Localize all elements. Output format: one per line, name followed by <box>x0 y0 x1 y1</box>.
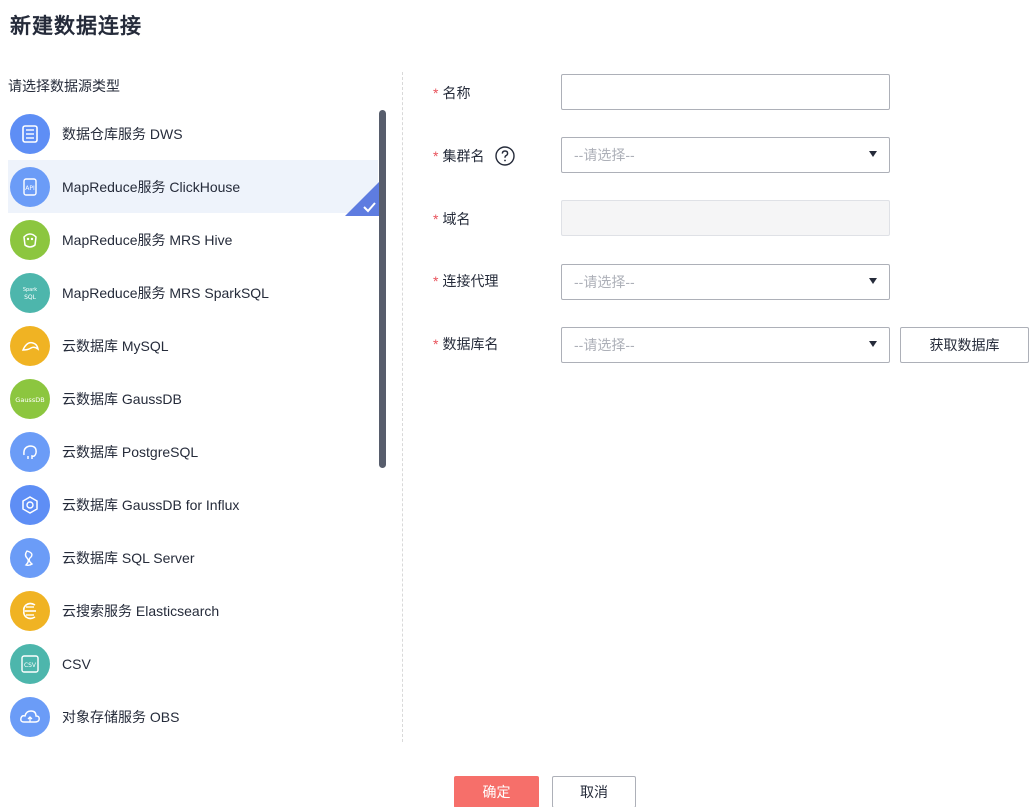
required-mark: * <box>433 336 439 352</box>
required-mark: * <box>433 211 439 227</box>
source-heading: 请选择数据源类型 <box>8 78 120 94</box>
help-icon[interactable] <box>494 145 516 167</box>
database-label: * 数据库名 <box>433 336 499 352</box>
chevron-down-icon <box>869 151 877 157</box>
source-item-csv[interactable]: CSV CSV <box>8 637 378 690</box>
panel-divider <box>402 72 403 742</box>
gaussdb-icon-text: GaussDB <box>15 396 44 404</box>
source-item-obs[interactable]: 对象存储服务 OBS <box>8 690 378 743</box>
name-label: * 名称 <box>433 85 471 101</box>
source-label: MapReduce服务 MRS Hive <box>62 231 233 248</box>
sqlserver-icon <box>10 537 50 578</box>
source-label: 云数据库 MySQL <box>62 337 169 354</box>
chevron-down-icon <box>869 341 877 347</box>
selected-check-icon <box>345 182 379 216</box>
csv-icon: CSV <box>10 643 50 684</box>
api-icon: API <box>10 166 50 207</box>
csv-icon-text: CSV <box>24 662 37 669</box>
source-label: MapReduce服务 ClickHouse <box>62 178 241 195</box>
ok-button[interactable]: 确定 <box>454 776 539 807</box>
svg-text:Spark: Spark <box>23 287 37 293</box>
obs-icon <box>10 696 50 737</box>
elasticsearch-icon <box>10 590 50 631</box>
domain-input <box>561 200 890 236</box>
database-select[interactable]: --请选择-- <box>561 327 890 363</box>
sparksql-icon-text: SQL <box>24 294 37 301</box>
source-item-gaussdb[interactable]: GaussDB 云数据库 GaussDB <box>8 372 378 425</box>
source-label: 对象存储服务 OBS <box>62 708 180 725</box>
cancel-button[interactable]: 取消 <box>552 776 636 807</box>
source-item-elasticsearch[interactable]: 云搜索服务 Elasticsearch <box>8 584 378 637</box>
dws-icon <box>10 113 50 154</box>
source-item-clickhouse[interactable]: API MapReduce服务 ClickHouse <box>8 160 379 216</box>
source-label: 云数据库 PostgreSQL <box>62 443 199 460</box>
source-item-sqlserver[interactable]: 云数据库 SQL Server <box>8 531 378 584</box>
cluster-select[interactable]: --请选择-- <box>561 137 890 173</box>
agent-label: * 连接代理 <box>433 273 499 289</box>
api-icon-text: API <box>25 185 35 192</box>
required-mark: * <box>433 85 439 101</box>
mysql-icon <box>10 325 50 366</box>
fetch-database-button[interactable]: 获取数据库 <box>900 327 1029 363</box>
source-item-dws[interactable]: 数据仓库服务 DWS <box>8 107 378 160</box>
source-item-influx[interactable]: 云数据库 GaussDB for Influx <box>8 478 378 531</box>
agent-select[interactable]: --请选择-- <box>561 264 890 300</box>
source-item-sparksql[interactable]: Spark SQL MapReduce服务 MRS SparkSQL <box>8 266 378 319</box>
postgresql-icon <box>10 431 50 472</box>
source-list-scrollbar[interactable] <box>379 110 386 468</box>
sparksql-icon: Spark SQL <box>10 272 50 313</box>
source-item-postgresql[interactable]: 云数据库 PostgreSQL <box>8 425 378 478</box>
cluster-label: * 集群名 <box>433 145 516 167</box>
required-mark: * <box>433 273 439 289</box>
influx-icon <box>10 484 50 525</box>
source-label: CSV <box>62 655 91 672</box>
source-label: 云搜索服务 Elasticsearch <box>62 602 220 619</box>
source-label: MapReduce服务 MRS SparkSQL <box>62 284 269 301</box>
gaussdb-icon: GaussDB <box>10 378 50 419</box>
name-input[interactable] <box>561 74 890 110</box>
dialog-title: 新建数据连接 <box>10 15 142 38</box>
source-label: 数据仓库服务 DWS <box>62 125 183 142</box>
hive-icon <box>10 219 50 260</box>
source-item-hive[interactable]: MapReduce服务 MRS Hive <box>8 213 378 266</box>
source-label: 云数据库 SQL Server <box>62 549 195 566</box>
source-label: 云数据库 GaussDB for Influx <box>62 496 240 513</box>
source-label: 云数据库 GaussDB <box>62 390 182 407</box>
source-item-mysql[interactable]: 云数据库 MySQL <box>8 319 378 372</box>
domain-label: * 域名 <box>433 211 471 227</box>
chevron-down-icon <box>869 278 877 284</box>
required-mark: * <box>433 148 439 164</box>
